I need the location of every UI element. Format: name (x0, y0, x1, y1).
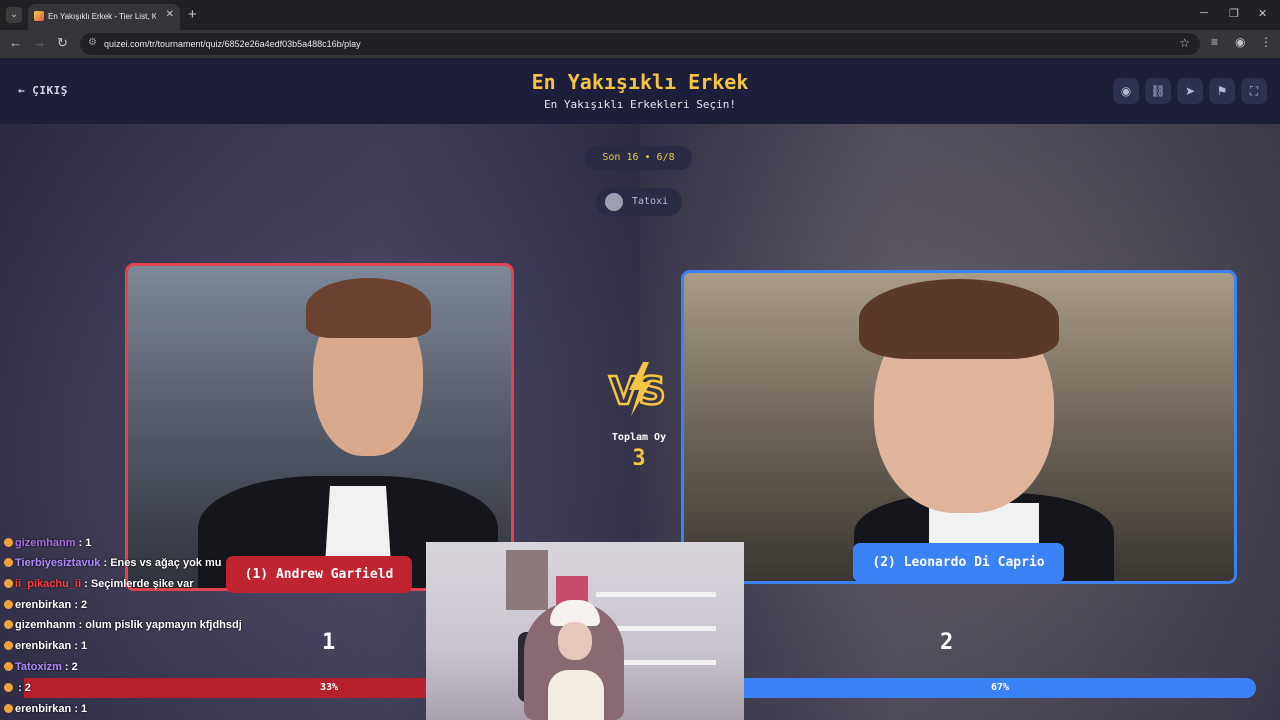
link-icon[interactable]: ⛓ (1145, 78, 1171, 104)
round-badge: Son 16 • 6/8 (585, 146, 692, 170)
chat-username[interactable]: erenbirkan (15, 703, 71, 715)
profile-icon[interactable]: ◉ (1235, 35, 1245, 49)
eye-icon[interactable]: ◉ (1113, 78, 1139, 104)
creator-name: Tatoxi (632, 196, 669, 207)
chat-text: : 1 (78, 537, 92, 549)
restore-icon[interactable]: ❐ (1229, 7, 1239, 20)
browser-tab[interactable]: En Yakışıklı Erkek - Tier List, Kor ✕ (28, 4, 180, 30)
chat-badge-icon (4, 641, 13, 650)
chat-message: : 2 (4, 679, 31, 697)
share-icon[interactable]: ➤ (1177, 78, 1203, 104)
chat-badge-icon (4, 662, 13, 671)
percent-label-left: 33% (320, 682, 339, 693)
chat-message: ii_pikachu_ii : Seçimlerde şike var (4, 575, 194, 593)
chat-message: gizemhanm : 1 (4, 534, 91, 552)
chat-message: erenbirkan : 1 (4, 637, 87, 655)
hair-shape (859, 279, 1059, 359)
chat-badge-icon (4, 579, 13, 588)
webcam-overlay (426, 542, 744, 720)
menu-icon[interactable]: ⋮ (1260, 35, 1272, 49)
chat-message: erenbirkan : 2 (4, 596, 87, 614)
face-shape (558, 622, 592, 660)
chat-badge-icon (4, 683, 13, 692)
chat-username[interactable]: ii_pikachu_ii (15, 578, 81, 590)
chat-badge-icon (4, 704, 13, 713)
site-info-icon[interactable]: ⚙ (88, 37, 97, 48)
quiz-title: En Yakışıklı Erkek (531, 70, 749, 94)
flag-icon[interactable]: ⚑ (1209, 78, 1235, 104)
chat-text: : 1 (74, 703, 88, 715)
chat-message: Tierbiyesiztavuk : Enes vs ağaç yok mu (4, 554, 221, 572)
chat-message: gizemhanm : olum pislik yapmayın kfjdhsd… (4, 616, 242, 634)
fullscreen-icon[interactable]: ⛶ (1241, 78, 1267, 104)
chat-badge-icon (4, 558, 13, 567)
chat-text: : olum pislik yapmayın kfjdhsdj (78, 619, 242, 631)
quiz-header: ← ÇIKIŞ En Yakışıklı Erkek En Yakışıklı … (0, 58, 1280, 124)
chat-username[interactable]: erenbirkan (15, 599, 71, 611)
chat-badge-icon (4, 538, 13, 547)
contestant-card-right[interactable] (681, 270, 1237, 584)
chat-text: : Seçimlerde şike var (84, 578, 194, 590)
avatar (605, 193, 623, 211)
minimize-icon[interactable]: ─ (1200, 7, 1208, 19)
vote-count-right: 2 (940, 630, 954, 655)
favicon-icon (34, 11, 44, 21)
chat-badge-icon (4, 600, 13, 609)
chat-message: Tatoxizm : 2 (4, 658, 78, 676)
chat-message: erenbirkan : 1 (4, 700, 87, 718)
back-icon[interactable]: ← (9, 35, 22, 50)
forward-icon[interactable]: → (33, 35, 46, 50)
vote-button-right[interactable]: (2) Leonardo Di Caprio (853, 543, 1064, 582)
new-tab-icon[interactable]: + (188, 6, 197, 23)
url-text[interactable]: quizei.com/tr/tournament/quiz/6852e26a4e… (104, 37, 361, 51)
total-votes-value: 3 (632, 446, 646, 471)
chat-text: : 2 (74, 599, 88, 611)
window-close-icon[interactable]: ✕ (1258, 7, 1267, 20)
media-icon[interactable]: ≡ (1211, 35, 1218, 49)
percent-bar-left: 33% (24, 678, 426, 698)
chat-text: : 1 (74, 640, 88, 652)
percent-bar-right: 67% (744, 678, 1256, 698)
address-bar[interactable]: ⚙ quizei.com/tr/tournament/quiz/6852e26a… (80, 33, 1200, 55)
reload-icon[interactable]: ↻ (57, 35, 68, 51)
chat-username[interactable]: Tierbiyesiztavuk (15, 557, 100, 569)
creator-badge[interactable]: Tatoxi (596, 188, 682, 216)
stream-chat-overlay: 33% gizemhanm : 1 Tierbiyesiztavuk : Enes… (0, 532, 428, 720)
sweater-shape (548, 670, 604, 720)
tab-title: En Yakışıklı Erkek - Tier List, Kor (48, 12, 156, 21)
close-tab-icon[interactable]: ✕ (166, 9, 174, 20)
chat-text: : 2 (18, 682, 31, 694)
streamer (524, 592, 624, 720)
vs-lightning-icon: VS (608, 362, 667, 416)
browser-toolbar: ← → ↻ ⚙ quizei.com/tr/tournament/quiz/68… (0, 30, 1280, 58)
chat-username[interactable]: Tatoxizm (15, 661, 62, 673)
total-votes-label: Toplam Oy (611, 432, 667, 443)
tab-search-icon[interactable]: ⌄ (6, 7, 22, 23)
chat-username[interactable]: gizemhanm (15, 537, 76, 549)
chat-username[interactable]: gizemhanm (15, 619, 76, 631)
chat-text: : 2 (64, 661, 78, 673)
chat-badge-icon (4, 620, 13, 629)
percent-label-right: 67% (990, 682, 1010, 693)
bookmark-star-icon[interactable]: ☆ (1179, 36, 1190, 50)
hair-shape (306, 278, 431, 338)
chat-text: : Enes vs ağaç yok mu (103, 557, 222, 569)
browser-tabbar: ⌄ En Yakışıklı Erkek - Tier List, Kor ✕ … (0, 0, 1280, 30)
quiz-subtitle: En Yakışıklı Erkekleri Seçin! (543, 98, 737, 111)
chat-username[interactable]: erenbirkan (15, 640, 71, 652)
